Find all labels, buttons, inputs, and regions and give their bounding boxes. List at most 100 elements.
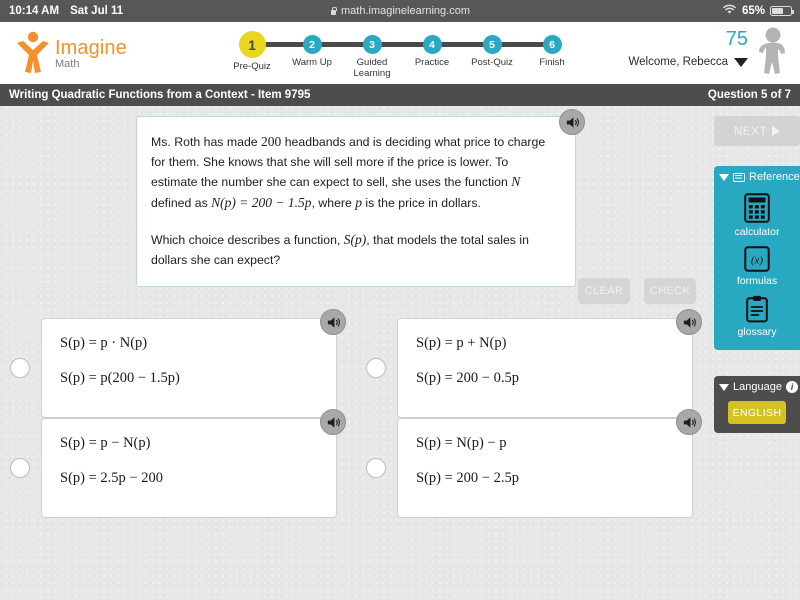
choice-content: S(p) = p + N(p) S(p) = 200 − 0.5p — [397, 309, 702, 418]
choice-row: S(p) = p · N(p) S(p) = p(200 − 1.5p) S(p) … — [0, 309, 712, 418]
reference-icon — [733, 172, 745, 182]
speaker-icon-choice-d[interactable] — [676, 409, 702, 435]
stepper-item-practice[interactable]: 4 Practice — [402, 28, 462, 79]
choice-c[interactable]: S(p) = p − N(p) S(p) = 2.5p − 200 — [0, 409, 356, 518]
stepper-number: 5 — [482, 35, 502, 54]
imagine-math-logo[interactable]: Imagine Math — [14, 30, 127, 74]
lock-icon — [330, 6, 337, 16]
speaker-icon-choice-b[interactable] — [676, 309, 702, 335]
q2-text-a: Which choice describes a function, — [151, 233, 344, 247]
stepper-item-warm-up[interactable]: 2 Warm Up — [282, 28, 342, 79]
q1-text-c: defined as — [151, 195, 212, 210]
radio-choice-a[interactable] — [10, 358, 30, 378]
stepper-number: 6 — [542, 35, 562, 54]
choice-content: S(p) = N(p) − p S(p) = 200 − 2.5p — [397, 409, 702, 518]
q1-text-a: Ms. Roth has made — [151, 135, 262, 149]
question-paragraph-1: Ms. Roth has made 200 headbands and is d… — [151, 132, 555, 213]
reference-panel: Reference calculator (x) formulas glossa… — [714, 166, 800, 350]
glossary-label: glossary — [737, 326, 777, 338]
reference-panel-header[interactable]: Reference — [714, 166, 800, 188]
q1-number: 200 — [261, 134, 282, 149]
language-panel-header[interactable]: Language i — [714, 376, 800, 398]
stepper-number: 1 — [238, 31, 266, 58]
formulas-label: formulas — [736, 275, 778, 287]
answer-choices: S(p) = p · N(p) S(p) = p(200 − 1.5p) S(p) … — [0, 309, 712, 518]
app-root: 10:14 AM Sat Jul 11 math.imaginelearning… — [0, 0, 800, 600]
formulas-tool[interactable]: (x) formulas — [714, 241, 800, 290]
avatar-icon[interactable] — [752, 26, 792, 78]
wifi-icon — [722, 4, 737, 18]
lesson-title-bar: Writing Quadratic Functions from a Conte… — [0, 84, 800, 106]
triangle-down-icon — [719, 383, 729, 391]
stepper-number: 2 — [302, 35, 322, 54]
content-area: Ms. Roth has made 200 headbands and is d… — [0, 106, 800, 600]
speaker-icon-question[interactable] — [559, 109, 585, 135]
clear-button[interactable]: CLEAR — [578, 278, 630, 304]
q1-text-d: , where — [311, 195, 356, 210]
battery-icon — [770, 5, 795, 17]
language-panel-title: Language — [733, 381, 782, 393]
stepper-label: Post-Quiz — [471, 57, 513, 68]
question-card: Ms. Roth has made 200 headbands and is d… — [136, 109, 585, 287]
progress-stepper: 1 Pre-Quiz 2 Warm Up 3 Guided Learning 4 Practi… — [222, 28, 582, 84]
calculator-tool[interactable]: calculator — [714, 188, 800, 241]
welcome-text: Welcome, Rebecca — [628, 56, 729, 68]
clipboard-icon — [746, 295, 768, 323]
choice-equation-2: S(p) = 200 − 2.5p — [416, 470, 519, 486]
radio-choice-c[interactable] — [10, 458, 30, 478]
q1-var-n: N — [511, 174, 521, 189]
user-menu[interactable]: Welcome, Rebecca — [628, 56, 748, 68]
stepper-item-pre-quiz[interactable]: 1 Pre-Quiz — [222, 28, 282, 79]
triangle-down-icon — [719, 173, 729, 181]
score-value: 75 — [725, 28, 748, 50]
calculator-icon — [744, 193, 770, 223]
q1-text-e: is the price in dollars. — [362, 195, 481, 210]
choice-b[interactable]: S(p) = p + N(p) S(p) = 200 − 0.5p — [356, 309, 712, 418]
stepper-item-finish[interactable]: 6 Finish — [522, 28, 582, 79]
glossary-tool[interactable]: glossary — [714, 290, 800, 341]
app-header: Imagine Math 1 Pre-Quiz 2 Warm Up 3 Guided Le… — [0, 22, 800, 84]
info-icon[interactable]: i — [785, 381, 798, 393]
language-selected-button[interactable]: ENGLISH — [728, 401, 786, 424]
question-counter: Question 5 of 7 — [707, 89, 791, 101]
next-button[interactable]: NEXT — [714, 116, 800, 146]
stepper-number: 4 — [422, 35, 442, 54]
speaker-icon-choice-a[interactable] — [320, 309, 346, 335]
chevron-down-icon — [734, 57, 748, 67]
stepper-item-post-quiz[interactable]: 5 Post-Quiz — [462, 28, 522, 79]
radio-choice-b[interactable] — [366, 358, 386, 378]
choice-equation-2: S(p) = 2.5p − 200 — [60, 470, 163, 486]
q2-func: S(p) — [343, 232, 367, 247]
radio-choice-d[interactable] — [366, 458, 386, 478]
formulas-icon: (x) — [744, 246, 770, 272]
answer-action-buttons: CLEAR CHECK — [578, 278, 696, 304]
choice-row: S(p) = p − N(p) S(p) = 2.5p − 200 S(p) = N… — [0, 409, 712, 518]
choice-content: S(p) = p − N(p) S(p) = 2.5p − 200 — [41, 409, 346, 518]
stepper-label: Warm Up — [292, 57, 332, 68]
question-paragraph-2: Which choice describes a function, S(p),… — [151, 230, 555, 270]
choice-d[interactable]: S(p) = N(p) − p S(p) = 200 − 2.5p — [356, 409, 712, 518]
choice-a[interactable]: S(p) = p · N(p) S(p) = p(200 − 1.5p) — [0, 309, 356, 418]
stepper-label: Practice — [414, 57, 450, 68]
lesson-title: Writing Quadratic Functions from a Conte… — [9, 89, 311, 101]
url-text: math.imaginelearning.com — [340, 5, 470, 17]
svg-text:(x): (x) — [751, 255, 764, 267]
choice-content: S(p) = p · N(p) S(p) = p(200 − 1.5p) — [41, 309, 346, 418]
right-rail: NEXT Reference calculator (x) formulas g… — [712, 106, 800, 600]
ios-status-bar: 10:14 AM Sat Jul 11 math.imaginelearning… — [0, 0, 800, 22]
url-bar[interactable]: math.imaginelearning.com — [0, 0, 800, 22]
logo-text-imagine: Imagine — [55, 36, 127, 59]
speaker-icon-choice-c[interactable] — [320, 409, 346, 435]
choice-equation-2: S(p) = p(200 − 1.5p) — [60, 370, 180, 386]
stepper-item-guided-learning[interactable]: 3 Guided Learning — [342, 28, 402, 79]
q1-var-p: p — [355, 194, 363, 210]
check-button[interactable]: CHECK — [644, 278, 696, 304]
choice-equation-1: S(p) = p + N(p) — [416, 335, 507, 351]
calculator-label: calculator — [734, 226, 780, 238]
stepper-label: Guided Learning — [353, 57, 391, 79]
choice-equation-1: S(p) = N(p) − p — [416, 435, 507, 451]
choice-equation-2: S(p) = 200 − 0.5p — [416, 370, 519, 386]
language-panel: Language i ENGLISH — [714, 376, 800, 433]
q1-formula: N(p) = 200 − 1.5p — [211, 194, 312, 210]
stepper-number: 3 — [362, 35, 382, 54]
